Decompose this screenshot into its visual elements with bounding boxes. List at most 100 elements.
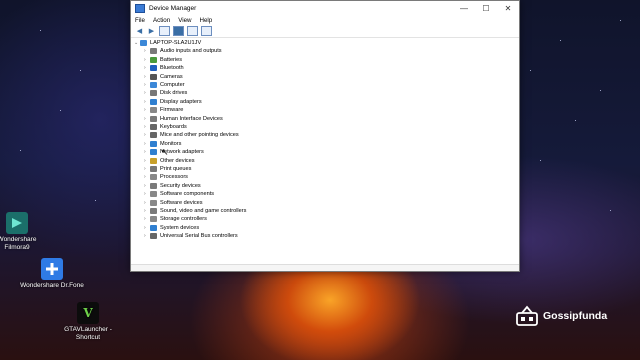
watermark-logo: Gossipfunda: [514, 304, 607, 328]
device-category-icon: [150, 149, 157, 156]
tree-root[interactable]: ⌄ LAPTOP-SLA2U1JV: [134, 39, 201, 47]
tree-item[interactable]: › Network adapters: [144, 148, 204, 156]
device-manager-window: Device Manager — ☐ ✕ File Action View He…: [130, 0, 520, 272]
tree-item[interactable]: › Firmware: [144, 106, 183, 114]
device-category-icon: [150, 182, 157, 189]
tree-item[interactable]: › Software components: [144, 190, 214, 198]
tree-item-label: Processors: [160, 174, 188, 181]
desktop-icon-label: GTAVLauncher - Shortcut: [64, 326, 112, 341]
device-category-icon: [150, 73, 157, 80]
tree-item[interactable]: › Bluetooth: [144, 64, 184, 72]
tree-item-label: Software devices: [160, 199, 203, 206]
device-manager-icon: [135, 3, 145, 13]
filmora-icon: [6, 212, 28, 234]
desktop-icon-filmora[interactable]: Wondershare Filmora9: [0, 212, 49, 252]
tree-item[interactable]: › Print queues: [144, 165, 191, 173]
menu-action[interactable]: Action: [153, 17, 170, 24]
status-bar: [131, 264, 519, 271]
device-category-icon: [150, 124, 157, 130]
tree-item-label: Mice and other pointing devices: [160, 132, 239, 139]
tree-item[interactable]: › Cameras: [144, 73, 183, 81]
tree-item[interactable]: › Keyboards: [144, 123, 187, 131]
gossipfunda-logo-icon: [514, 304, 540, 328]
tree-item-label: Security devices: [160, 182, 201, 189]
watermark-text: Gossipfunda: [543, 310, 608, 322]
device-category-icon: [150, 233, 157, 240]
mouse-cursor-icon: ↖: [161, 147, 169, 157]
device-category-icon: [150, 174, 157, 181]
window-title: Device Manager: [149, 4, 197, 12]
device-category-icon: [150, 166, 157, 172]
tree-item[interactable]: › Software devices: [144, 199, 203, 207]
device-category-icon: [150, 191, 157, 198]
device-category-icon: [150, 224, 157, 231]
tree-item[interactable]: › Batteries: [144, 56, 182, 64]
tree-item-label: Keyboards: [160, 124, 187, 130]
device-category-icon: [150, 107, 157, 114]
tree-item-label: Firmware: [160, 107, 184, 114]
desktop-icon-label: Wondershare Filmora9: [0, 236, 37, 251]
device-category-icon: [150, 208, 157, 214]
maximize-button[interactable]: ☐: [475, 4, 497, 13]
tree-item-label: Universal Serial Bus controllers: [160, 233, 238, 240]
tree-item[interactable]: › Audio inputs and outputs: [144, 47, 222, 55]
device-category-icon: [150, 199, 157, 206]
tree-item[interactable]: › Disk drives: [144, 89, 187, 97]
tree-item[interactable]: › Universal Serial Bus controllers: [144, 232, 238, 240]
menu-view[interactable]: View: [178, 17, 191, 24]
computer-icon: [140, 40, 147, 46]
desktop-icon-label: Wondershare Dr.Fone: [20, 282, 84, 289]
device-category-icon: [150, 140, 157, 147]
tree-item[interactable]: › Mice and other pointing devices: [144, 131, 239, 139]
device-category-icon: [150, 90, 157, 97]
show-hide-tree-icon[interactable]: [159, 26, 170, 36]
device-category-icon: [150, 157, 157, 164]
tree-item-label: Audio inputs and outputs: [160, 48, 222, 55]
tree-item-label: Batteries: [160, 56, 183, 63]
tree-item-label: Print queues: [160, 166, 192, 172]
device-category-icon: [150, 48, 157, 55]
tree-item-label: Sound, video and game controllers: [160, 208, 247, 214]
minimize-button[interactable]: —: [453, 4, 475, 13]
tree-item[interactable]: › Display adapters: [144, 98, 202, 106]
tree-item[interactable]: › Processors: [144, 173, 188, 181]
device-category-icon: [150, 216, 157, 223]
update-driver-icon[interactable]: [187, 26, 198, 36]
back-arrow-icon[interactable]: ◀: [135, 27, 144, 35]
tree-item-label: Storage controllers: [160, 216, 207, 223]
tree-item[interactable]: › Other devices: [144, 157, 195, 165]
tree-root-label: LAPTOP-SLA2U1JV: [150, 40, 202, 46]
tree-item-label: Cameras: [160, 73, 183, 80]
close-button[interactable]: ✕: [497, 4, 519, 13]
desktop-icon-drfone[interactable]: Wondershare Dr.Fone: [20, 258, 84, 290]
device-category-icon: [150, 115, 157, 122]
device-category-icon: [150, 56, 157, 63]
tree-item-label: Software components: [160, 191, 215, 198]
tree-item[interactable]: › Sound, video and game controllers: [144, 207, 246, 215]
device-category-icon: [150, 132, 157, 139]
tree-item[interactable]: › Computer: [144, 81, 185, 89]
scan-hardware-icon[interactable]: [201, 26, 212, 36]
menu-bar: File Action View Help: [131, 15, 519, 25]
tree-item-label: Human Interface Devices: [160, 115, 223, 122]
gtav-icon: V: [77, 302, 99, 324]
tree-item-label: System devices: [160, 224, 200, 231]
menu-help[interactable]: Help: [200, 17, 213, 24]
menu-file[interactable]: File: [135, 17, 145, 24]
properties-icon[interactable]: [173, 26, 184, 36]
title-bar[interactable]: Device Manager — ☐ ✕: [131, 1, 519, 15]
tree-item-label: Bluetooth: [160, 65, 184, 72]
forward-arrow-icon[interactable]: ▶: [147, 27, 156, 35]
device-category-icon: [150, 82, 157, 88]
desktop-icon-gtav[interactable]: V GTAVLauncher - Shortcut: [56, 302, 120, 342]
tree-item[interactable]: › Security devices: [144, 182, 201, 190]
device-category-icon: [150, 65, 157, 72]
tree-item[interactable]: › System devices: [144, 224, 199, 232]
toolbar: ◀ ▶: [131, 25, 519, 38]
tree-item[interactable]: › Storage controllers: [144, 215, 207, 223]
tree-item-label: Display adapters: [160, 98, 202, 105]
tree-item-label: Monitors: [160, 140, 182, 147]
tree-item-label: Disk drives: [160, 90, 188, 97]
tree-item[interactable]: › Human Interface Devices: [144, 115, 223, 123]
device-category-icon: [150, 98, 157, 105]
